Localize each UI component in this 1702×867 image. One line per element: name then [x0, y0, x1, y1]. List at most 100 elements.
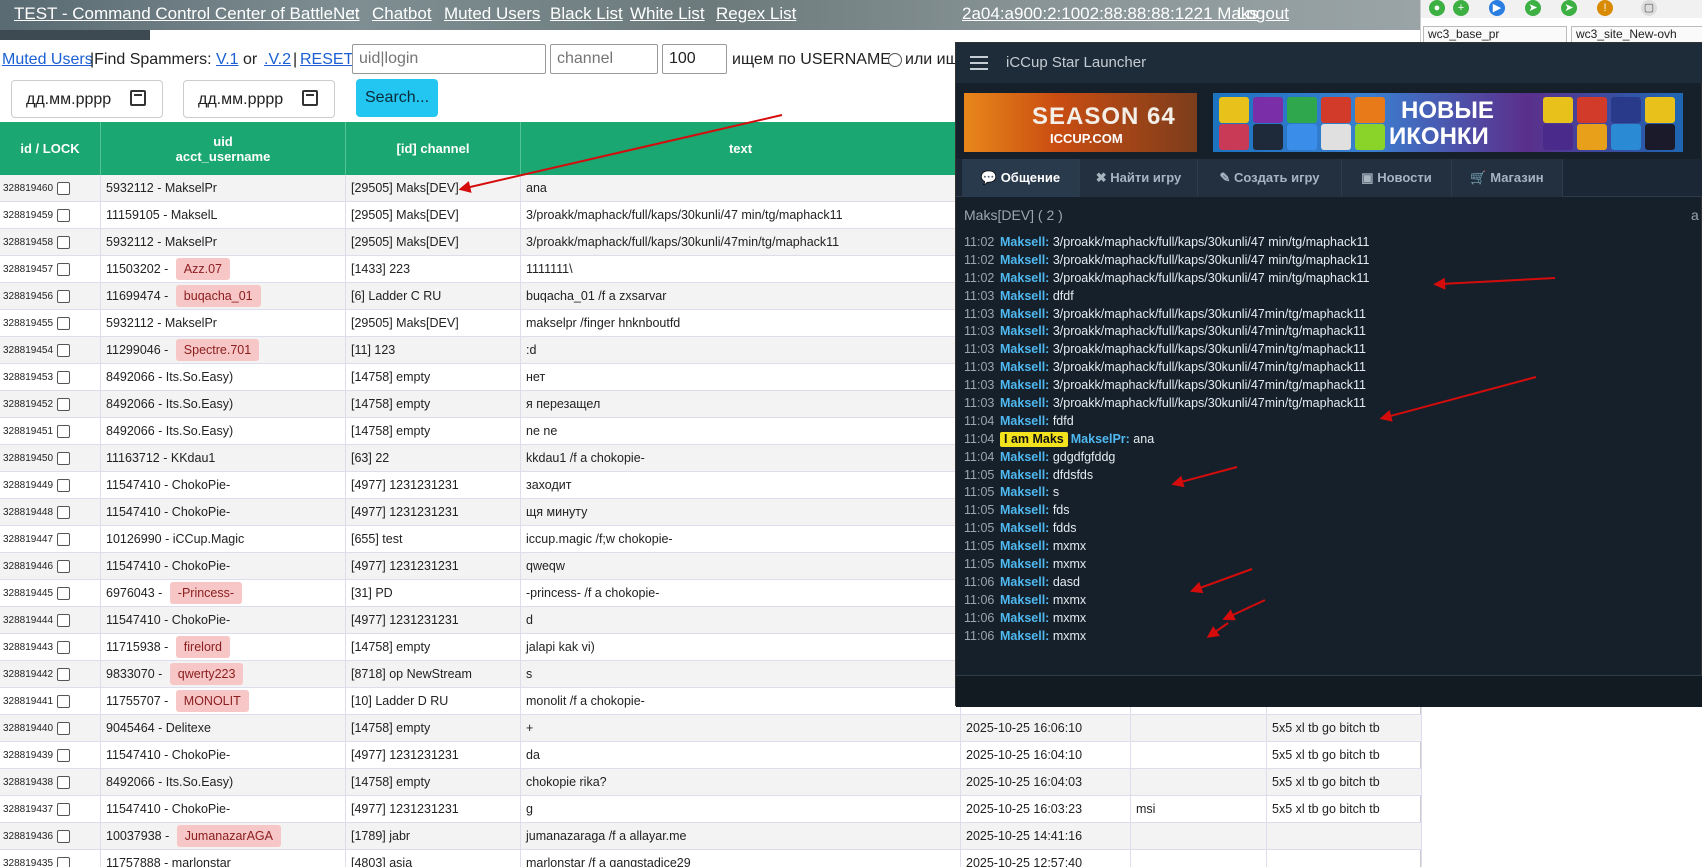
nav-muted-users-link[interactable]: Muted Users: [444, 4, 540, 24]
calendar-icon[interactable]: [130, 90, 146, 106]
nav-chatbot-link[interactable]: Chatbot: [372, 4, 432, 24]
extension-icon[interactable]: ●: [1429, 0, 1445, 16]
browser-tab-wc3-site[interactable]: wc3_site_New-ovh: [1571, 26, 1702, 42]
calendar-icon[interactable]: [302, 90, 318, 106]
chat-nick[interactable]: MakselPr:: [1071, 432, 1130, 446]
date-to-input[interactable]: дд.мм.рррр: [183, 80, 335, 118]
chat-nick[interactable]: Maksell:: [1000, 360, 1049, 374]
muted-users-link[interactable]: Muted Users: [2, 51, 93, 68]
chat-nick[interactable]: Maksell:: [1000, 611, 1049, 625]
limit-input[interactable]: [662, 44, 727, 74]
lock-checkbox[interactable]: [57, 289, 71, 303]
nav-user-link[interactable]: 2a04:a900:2:1002:88:88:88:1221 Maks: [962, 4, 1258, 24]
row-username[interactable]: ChokoPie-: [172, 613, 230, 627]
lock-checkbox[interactable]: [57, 451, 71, 465]
lock-checkbox[interactable]: [57, 829, 71, 843]
row-username[interactable]: MakselPr: [165, 235, 217, 249]
chat-nick[interactable]: Maksell:: [1000, 629, 1049, 643]
row-username[interactable]: ChokoPie-: [172, 478, 230, 492]
date-from-input[interactable]: дд.мм.рррр: [11, 80, 163, 118]
row-username-badge[interactable]: -Princess-: [169, 582, 243, 604]
lock-checkbox[interactable]: [57, 586, 71, 600]
row-username[interactable]: MakselPr: [165, 181, 217, 195]
lock-checkbox[interactable]: [57, 613, 71, 627]
tab-icon[interactable]: ▢: [1641, 0, 1657, 16]
row-username[interactable]: ChokoPie-: [172, 748, 230, 762]
row-username[interactable]: ChokoPie-: [172, 559, 230, 573]
row-username[interactable]: MakselPr: [165, 316, 217, 330]
chat-nick[interactable]: Maksell:: [1000, 342, 1049, 356]
nav-title-link[interactable]: TEST - Command Control Center of BattleN…: [14, 4, 360, 24]
chat-nick[interactable]: Maksell:: [1000, 485, 1049, 499]
chat-nick[interactable]: Maksell:: [1000, 271, 1049, 285]
row-username-badge[interactable]: firelord: [175, 636, 231, 658]
row-username[interactable]: Delitexe: [166, 721, 211, 735]
lock-checkbox[interactable]: [57, 640, 71, 654]
row-username[interactable]: Its.So.Easy): [166, 775, 233, 789]
tab-news[interactable]: ▣ Новости: [1342, 159, 1452, 197]
chat-nick[interactable]: Maksell:: [1000, 307, 1049, 321]
browser-tab-wc3-base[interactable]: wc3_base_pr: [1423, 26, 1567, 42]
nav-regex-list-link[interactable]: Regex List: [716, 4, 796, 24]
lock-checkbox[interactable]: [57, 208, 71, 222]
row-username-badge[interactable]: qwerty223: [169, 663, 244, 685]
find-v1-link[interactable]: V.1: [216, 51, 239, 68]
chat-nick[interactable]: Maksell:: [1000, 289, 1049, 303]
lock-checkbox[interactable]: [57, 478, 71, 492]
lock-checkbox[interactable]: [57, 505, 71, 519]
col-channel[interactable]: [id] channel: [346, 122, 521, 175]
tab-find-game[interactable]: ✖ Найти игру: [1080, 159, 1198, 197]
search-by-radio[interactable]: [888, 53, 902, 67]
lock-checkbox[interactable]: [57, 370, 71, 384]
chat-nick[interactable]: Maksell:: [1000, 539, 1049, 553]
play-icon[interactable]: ▶: [1489, 0, 1505, 16]
tab-create-game[interactable]: ✎ Создать игру: [1198, 159, 1342, 197]
lock-checkbox[interactable]: [57, 235, 71, 249]
lock-checkbox[interactable]: [57, 856, 71, 867]
chat-nick[interactable]: Maksell:: [1000, 575, 1049, 589]
nav-logout-link[interactable]: Logout: [1237, 4, 1289, 24]
uid-login-input[interactable]: [352, 44, 546, 74]
lock-checkbox[interactable]: [57, 343, 71, 357]
lock-checkbox[interactable]: [57, 532, 71, 546]
lock-checkbox[interactable]: [57, 397, 71, 411]
share-icon[interactable]: ➤: [1525, 0, 1541, 16]
new-icons-banner[interactable]: НОВЫЕ ИКОНКИ: [1213, 93, 1683, 152]
row-username[interactable]: ChokoPie-: [172, 802, 230, 816]
lock-checkbox[interactable]: [57, 262, 71, 276]
row-username[interactable]: Its.So.Easy): [166, 397, 233, 411]
row-username-badge[interactable]: buqacha_01: [175, 285, 261, 307]
row-username-badge[interactable]: Azz.07: [175, 258, 231, 280]
chat-nick[interactable]: Maksell:: [1000, 503, 1049, 517]
col-id-lock[interactable]: id / LOCK: [0, 122, 101, 175]
chat-nick[interactable]: Maksell:: [1000, 253, 1049, 267]
chat-nick[interactable]: Maksell:: [1000, 593, 1049, 607]
chat-nick[interactable]: Maksell:: [1000, 414, 1049, 428]
lock-checkbox[interactable]: [57, 775, 71, 789]
row-username-badge[interactable]: Spectre.701: [175, 339, 260, 361]
chat-nick[interactable]: Maksell:: [1000, 235, 1049, 249]
lock-checkbox[interactable]: [57, 721, 71, 735]
chat-nick[interactable]: Maksell:: [1000, 521, 1049, 535]
lock-checkbox[interactable]: [57, 667, 71, 681]
chat-nick[interactable]: Maksell:: [1000, 396, 1049, 410]
row-username[interactable]: Its.So.Easy): [166, 424, 233, 438]
col-text[interactable]: text: [521, 122, 961, 175]
row-username[interactable]: KKdau1: [171, 451, 215, 465]
chat-nick[interactable]: Maksell:: [1000, 378, 1049, 392]
nav-black-list-link[interactable]: Black List: [550, 4, 623, 24]
row-username-badge[interactable]: MONOLIT: [175, 690, 249, 712]
chat-nick[interactable]: Maksell:: [1000, 450, 1049, 464]
lock-checkbox[interactable]: [57, 181, 71, 195]
chat-nick[interactable]: Maksell:: [1000, 468, 1049, 482]
row-username[interactable]: marlonstar: [172, 856, 231, 867]
row-username-badge[interactable]: JumanazarAGA: [176, 825, 281, 847]
lock-checkbox[interactable]: [57, 694, 71, 708]
reset-link[interactable]: RESET: [300, 51, 353, 68]
nav-white-list-link[interactable]: White List: [630, 4, 705, 24]
lock-checkbox[interactable]: [57, 802, 71, 816]
lock-checkbox[interactable]: [57, 316, 71, 330]
search-button[interactable]: Search...: [356, 79, 438, 117]
add-icon[interactable]: +: [1453, 0, 1469, 16]
channel-input[interactable]: [550, 44, 658, 74]
